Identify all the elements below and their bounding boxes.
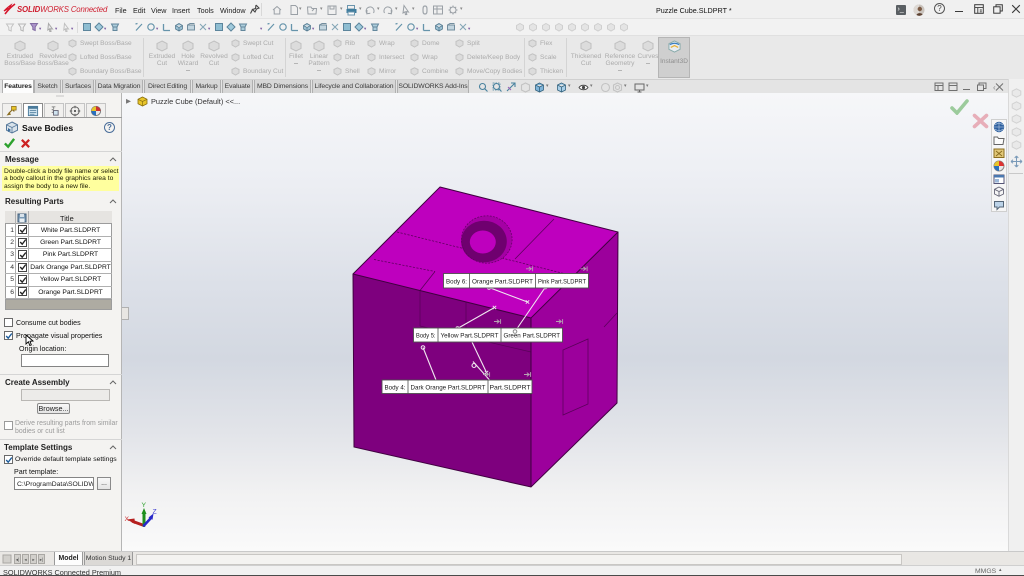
- svg-text:X: X: [125, 516, 130, 523]
- svg-text:Yellow Part.SLDPRT: Yellow Part.SLDPRT: [441, 333, 499, 340]
- svg-text:Dark Orange Part.SLDPRT: Dark Orange Part.SLDPRT: [411, 384, 486, 391]
- svg-text:Part.SLDPRT: Part.SLDPRT: [489, 384, 530, 391]
- svg-text:Body 4:: Body 4:: [385, 384, 406, 391]
- svg-text:Z: Z: [153, 509, 157, 516]
- svg-text:Y: Y: [142, 502, 147, 509]
- svg-text:Orange Part.SLDPRT: Orange Part.SLDPRT: [472, 278, 533, 285]
- svg-text:Body 5:: Body 5:: [416, 333, 436, 340]
- svg-text:Green Part.SLDPRT: Green Part.SLDPRT: [504, 333, 561, 340]
- svg-text:Pink Part.SLDPRT: Pink Part.SLDPRT: [538, 278, 586, 285]
- svg-text:Body 6:: Body 6:: [446, 278, 467, 285]
